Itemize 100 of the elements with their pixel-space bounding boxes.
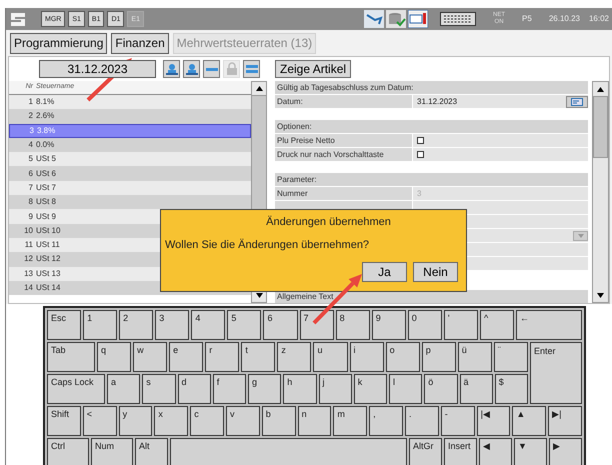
field-label: Plu Preise Netto	[275, 134, 412, 147]
keyboard-key[interactable]: n	[298, 406, 332, 436]
dialog-button[interactable]: Ja	[362, 262, 407, 282]
space-key[interactable]	[170, 438, 407, 465]
tax-rate-row[interactable]: 5 USt 5	[9, 152, 251, 166]
keyboard-key[interactable]: ◀	[479, 438, 512, 465]
logo-icon	[9, 11, 27, 27]
keyboard-key[interactable]: 1	[83, 310, 118, 340]
keyboard-key[interactable]: Shift	[47, 406, 81, 436]
keyboard-key[interactable]: |◀	[476, 406, 510, 436]
keyboard-key[interactable]: k	[354, 374, 387, 404]
keyboard-key[interactable]: 5	[227, 310, 262, 340]
tax-rate-row[interactable]: 7 USt 7	[9, 180, 251, 196]
keyboard-key[interactable]: ←	[516, 310, 582, 340]
tab[interactable]: Finanzen	[111, 32, 169, 54]
keyboard-key[interactable]: ,	[369, 406, 403, 436]
scroll-up-icon[interactable]	[252, 82, 266, 96]
enter-key[interactable]: Enter	[530, 342, 582, 404]
tax-name: USt 5	[36, 153, 56, 166]
section-header: Gültig ab Tagesabschluss zum Datum:	[275, 81, 588, 94]
keyboard-key[interactable]: ▶	[549, 438, 582, 465]
row-number: 13	[23, 268, 33, 280]
tax-rate-row[interactable]: 6 USt 6	[9, 166, 251, 181]
keyboard-key[interactable]: h	[283, 374, 316, 404]
toolbar-button[interactable]	[163, 60, 180, 78]
keyboard-key[interactable]: 6	[263, 310, 298, 340]
keyboard-key[interactable]: t	[241, 342, 276, 372]
keyboard-key[interactable]: Num	[91, 438, 133, 465]
keyboard-key[interactable]: 2	[119, 310, 154, 340]
keyboard-key[interactable]: u	[313, 342, 348, 372]
keyboard-key[interactable]: a	[107, 374, 140, 404]
keyboard-key[interactable]: $	[494, 374, 528, 404]
keyboard-key[interactable]: b	[262, 406, 296, 436]
keyboard-key[interactable]: m	[333, 406, 368, 436]
keyboard-key[interactable]: z	[277, 342, 312, 372]
keyboard-key[interactable]: p	[422, 342, 456, 372]
keyboard-key[interactable]: q	[97, 342, 132, 372]
keyboard-key[interactable]: j	[318, 374, 352, 404]
keyboard-key[interactable]: '	[444, 310, 478, 340]
keyboard-key[interactable]: ▶|	[548, 406, 582, 436]
keyboard-key[interactable]: 0	[408, 310, 442, 340]
equals-icon	[244, 62, 258, 76]
keyboard-key[interactable]: e	[169, 342, 204, 372]
tax-rate-row[interactable]: 8 USt 8	[9, 195, 251, 210]
tab[interactable]: Programmierung	[10, 32, 108, 54]
keyboard-key[interactable]: o	[386, 342, 420, 372]
checkbox[interactable]	[417, 137, 424, 144]
keyboard-key[interactable]: v	[226, 406, 260, 436]
row-number: 4	[28, 139, 33, 152]
calendar-button[interactable]	[566, 96, 588, 108]
tax-name: 8.1%	[36, 96, 54, 108]
row-number: 11	[24, 239, 33, 252]
toolbar-button[interactable]	[203, 60, 220, 78]
keyboard-key[interactable]: Tab	[47, 342, 95, 372]
keyboard-key[interactable]: s	[142, 374, 176, 404]
keyboard-key[interactable]: 9	[372, 310, 406, 340]
toolbar-button[interactable]	[183, 60, 200, 78]
keyboard-key[interactable]: w	[133, 342, 168, 372]
keyboard-key[interactable]: f	[212, 374, 246, 404]
person-icon	[184, 62, 198, 76]
scroll-thumb[interactable]	[593, 96, 608, 158]
keyboard-key[interactable]: i	[350, 342, 384, 372]
keyboard-key[interactable]: 3	[155, 310, 190, 340]
keyboard-key[interactable]: 7	[300, 310, 334, 340]
keyboard-key[interactable]: x	[154, 406, 188, 436]
keyboard-key[interactable]: c	[190, 406, 224, 436]
date-field[interactable]: 31.12.2023	[413, 95, 588, 108]
keyboard-key[interactable]: ▲	[512, 406, 546, 436]
tax-rate-row[interactable]: 1 8.1%	[9, 95, 251, 110]
tax-rate-row[interactable]: 4 0.0%	[9, 138, 251, 152]
keyboard-key[interactable]: AltGr	[409, 438, 442, 465]
keyboard-key[interactable]: <	[82, 406, 117, 436]
keyboard-key[interactable]: y	[118, 406, 152, 436]
keyboard-key[interactable]: ¨	[494, 342, 528, 372]
keyboard-key[interactable]: d	[178, 374, 211, 404]
keyboard-key[interactable]: 4	[191, 310, 226, 340]
keyboard-key[interactable]: Insert	[444, 438, 477, 465]
keyboard-key[interactable]: Ctrl	[47, 438, 89, 465]
keyboard-key[interactable]: Caps Lock	[47, 374, 105, 404]
dialog-button[interactable]: Nein	[413, 262, 458, 282]
keyboard-key[interactable]: g	[248, 374, 282, 404]
keyboard-key[interactable]: ▼	[514, 438, 547, 465]
date-field[interactable]: 31.12.2023	[39, 60, 156, 78]
keyboard-key[interactable]: ^	[480, 310, 514, 340]
keyboard-key[interactable]: -	[440, 406, 475, 436]
keyboard-key[interactable]: ü	[458, 342, 492, 372]
keyboard-key[interactable]: Alt	[135, 438, 168, 465]
keyboard-key[interactable]: .	[404, 406, 439, 436]
tax-name: USt 10	[36, 224, 60, 237]
keyboard-key[interactable]: ö	[424, 374, 458, 404]
checkbox[interactable]	[417, 151, 424, 158]
keyboard-key[interactable]: l	[389, 374, 422, 404]
row-number: 1	[28, 96, 33, 108]
tax-rate-row[interactable]: 2 2.6%	[9, 109, 251, 124]
scrollbar[interactable]	[592, 81, 609, 303]
show-articles-button[interactable]: Zeige Artikel	[275, 60, 352, 78]
keyboard-key[interactable]: r	[205, 342, 240, 372]
keyboard-key[interactable]: ä	[460, 374, 493, 404]
keyboard-key[interactable]: 8	[336, 310, 370, 340]
keyboard-key[interactable]: Esc	[47, 310, 82, 340]
